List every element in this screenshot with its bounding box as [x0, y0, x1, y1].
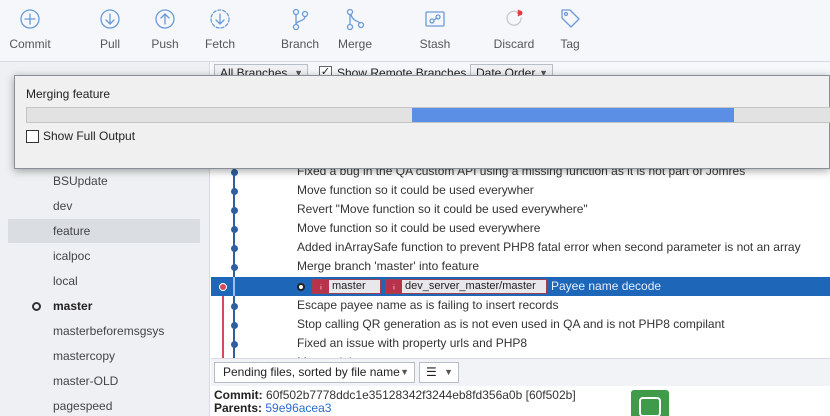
graph-node [231, 188, 238, 195]
sidebar-item-mastercopy[interactable]: mastercopy [8, 344, 200, 368]
commit-graph: Fixed a bug in the QA custom API using a… [211, 162, 830, 358]
toolbar: Commit Pull Push Fetch Branch Merge Stas… [0, 0, 830, 62]
fetch-button[interactable]: Fetch [190, 6, 250, 51]
branch-tag-remote[interactable]: ᵢ dev_server_master/master [385, 279, 547, 294]
pending-sort-value: Pending files, sorted by file name [223, 365, 400, 379]
sidebar-item-pagespeed[interactable]: pagespeed [8, 394, 200, 416]
push-button[interactable]: Push [135, 6, 195, 51]
arrow-up-circle-icon [155, 9, 175, 29]
sidebar-item-label: master [53, 299, 93, 313]
sidebar-item-label: master-OLD [53, 374, 119, 388]
branch-icon: ᵢ [313, 280, 329, 293]
branch-tag-master[interactable]: ᵢ master [312, 279, 381, 294]
sidebar-item-feature[interactable]: feature [8, 219, 200, 243]
commit-hash-value: 60f502b7778ddc1e35128342f3244eb8fd356a0b… [266, 388, 576, 402]
commit-row[interactable]: Revert "Move function so it could be use… [297, 200, 588, 219]
stash-icon [425, 11, 445, 27]
parent-link[interactable]: 59e96acea3 [265, 401, 331, 415]
graph-node [231, 264, 238, 271]
graph-node [231, 169, 238, 176]
commit-button[interactable]: Commit [0, 6, 60, 51]
progress-bar-fill [412, 108, 734, 122]
pull-label: Pull [99, 37, 120, 51]
merge-progress-dialog: Merging feature Show Full Output [14, 75, 830, 169]
commit-details: Commit: 60f502b7778ddc1e35128342f3244eb8… [211, 386, 830, 416]
stash-button[interactable]: Stash [405, 6, 465, 51]
commit-label: Commit [9, 37, 51, 51]
merge-button[interactable]: Merge [325, 6, 385, 51]
graph-node [219, 283, 227, 291]
pending-sort-select[interactable]: Pending files, sorted by file name ▼ [214, 362, 415, 383]
sidebar-item-label: local [53, 274, 78, 288]
sidebar-item-master-old[interactable]: master-OLD [8, 369, 200, 393]
pull-button[interactable]: Pull [80, 6, 140, 51]
sidebar-item-label: dev [53, 199, 73, 213]
view-mode-select[interactable]: ☰ ▼ [419, 362, 459, 383]
fetch-label: Fetch [204, 37, 235, 51]
merge-label: Merge [337, 37, 372, 51]
arrow-down-circle-icon [100, 9, 120, 29]
tag-button[interactable]: Tag [540, 6, 600, 51]
branch-icon: ᵢ [386, 280, 402, 293]
stash-label: Stash [419, 37, 451, 51]
branch-tag-label: dev_server_master/master [405, 280, 536, 292]
sidebar-item-masterbeforemsgsys[interactable]: masterbeforemsgsys [8, 319, 200, 343]
discard-label: Discard [493, 37, 535, 51]
progress-bar [26, 107, 830, 123]
branch-label: Branch [280, 37, 320, 51]
commit-hash-label: Commit: [214, 388, 263, 402]
chevron-down-icon: ▼ [400, 367, 409, 377]
discard-button[interactable]: Discard [484, 6, 544, 51]
selected-commit-message: Payee name decode [551, 279, 662, 293]
selected-commit-row[interactable]: ᵢ master ᵢ dev_server_master/master Payee … [211, 277, 830, 296]
graph-node [231, 303, 238, 310]
graph-node [231, 322, 238, 329]
show-full-output-label: Show Full Output [43, 129, 136, 143]
avatar [631, 390, 669, 416]
fetch-icon [210, 9, 230, 29]
merge-icon [346, 8, 365, 31]
sidebar-item-dev[interactable]: dev [8, 194, 200, 218]
show-full-output-checkbox[interactable] [26, 130, 39, 143]
sidebar-item-label: feature [53, 224, 91, 238]
tag-label: Tag [560, 37, 580, 51]
commit-row[interactable]: Move function so it could be used everyw… [297, 219, 540, 238]
push-label: Push [151, 37, 179, 51]
chevron-down-icon: ▼ [444, 367, 453, 377]
commit-row[interactable]: Fixed an issue with property urls and PH… [297, 334, 527, 353]
dialog-title: Merging feature [26, 87, 111, 101]
graph-node [231, 207, 238, 214]
sidebar-item-label: icalpoc [53, 249, 91, 263]
discard-icon [506, 9, 523, 26]
sidebar-item-master[interactable]: master [8, 294, 200, 318]
commit-row[interactable]: Merge branch 'master' into feature [297, 257, 479, 276]
tag-icon [561, 9, 580, 28]
commit-row[interactable]: Stop calling QR generation as is not eve… [297, 315, 725, 334]
graph-line-blue [233, 277, 235, 296]
graph-node [231, 245, 238, 252]
sidebar-item-label: BSUpdate [53, 174, 108, 188]
parents-row: Parents: 59e96acea3 [214, 402, 331, 415]
graph-node [231, 341, 238, 348]
branch-tag-label: master [332, 280, 366, 292]
commit-row[interactable]: Move function so it could be used everyw… [297, 181, 534, 200]
head-indicator-icon [297, 283, 305, 291]
commit-row[interactable]: Escape payee name as is failing to inser… [297, 296, 558, 315]
graph-node [231, 226, 238, 233]
list-view-icon: ☰ [426, 365, 437, 379]
branch-icon [292, 8, 309, 31]
pending-bar: Pending files, sorted by file name ▼ ☰ ▼ [211, 358, 830, 386]
sidebar-item-label: pagespeed [53, 399, 113, 413]
sidebar-item-local[interactable]: local [8, 269, 200, 293]
sidebar-item-bsupdate[interactable]: BSUpdate [8, 169, 200, 193]
sidebar-item-label: masterbeforemsgsys [53, 324, 165, 338]
plus-circle-icon [20, 9, 40, 29]
parents-label: Parents: [214, 401, 263, 415]
current-branch-icon [32, 302, 41, 311]
commit-row[interactable]: Added inArraySafe function to prevent PH… [297, 238, 801, 257]
branch-button[interactable]: Branch [270, 6, 330, 51]
sidebar-item-icalpoc[interactable]: icalpoc [8, 244, 200, 268]
sidebar-item-label: mastercopy [53, 349, 116, 363]
